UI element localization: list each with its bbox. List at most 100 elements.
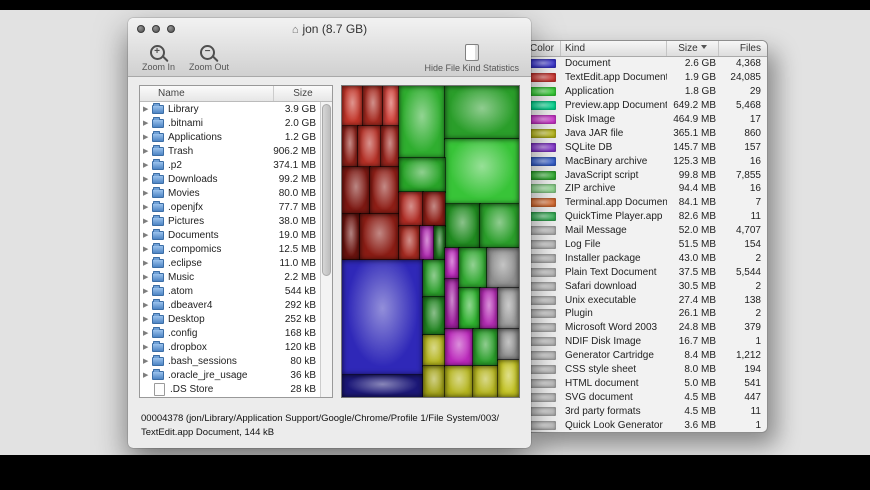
titlebar[interactable]: ⌂jon (8.7 GB) [128,18,531,40]
treemap-cell[interactable] [342,86,363,126]
file-list-row[interactable]: ▶.atom544 kB [140,284,320,298]
treemap-cell[interactable] [370,167,398,214]
disclosure-triangle-icon[interactable]: ▶ [143,301,152,309]
disclosure-triangle-icon[interactable]: ▶ [143,357,152,365]
disclosure-triangle-icon[interactable]: ▶ [143,231,152,239]
stats-row[interactable]: Quick Look Generator3.6 MB1 [525,418,767,432]
treemap-cell[interactable] [445,204,480,248]
stats-column-size[interactable]: Size [667,41,719,56]
file-list-row[interactable]: ▶Documents19.0 MB [140,228,320,242]
treemap-cell[interactable] [342,214,360,261]
column-header-name[interactable]: Name [140,86,273,101]
stats-row[interactable]: Plugin26.1 MB2 [525,307,767,321]
treemap-cell[interactable] [423,260,444,297]
treemap-cell[interactable] [473,366,498,397]
disclosure-triangle-icon[interactable]: ▶ [143,273,152,281]
treemap-cell[interactable] [399,192,424,226]
zoom-out-button[interactable]: − Zoom Out [189,43,229,72]
file-list-row[interactable]: ▶Applications1.2 GB [140,130,320,144]
treemap-cell[interactable] [342,126,358,166]
file-list-row[interactable]: ▶Pictures38.0 MB [140,214,320,228]
file-list-row[interactable]: ▶.bitnami2.0 GB [140,116,320,130]
stats-row[interactable]: SQLite DB145.7 MB157 [525,140,767,154]
stats-row[interactable]: Java JAR file365.1 MB860 [525,126,767,140]
disclosure-triangle-icon[interactable]: ▶ [143,315,152,323]
stats-row[interactable]: Installer package43.0 MB2 [525,251,767,265]
stats-row[interactable]: Preview.app Document649.2 MB5,468 [525,99,767,113]
stats-row[interactable]: HTML document5.0 MB541 [525,376,767,390]
treemap-cell[interactable] [383,86,399,126]
file-list-row[interactable]: ▶.compomics12.5 MB [140,242,320,256]
stats-row[interactable]: Mail Message52.0 MB4,707 [525,224,767,238]
treemap-cell[interactable] [399,86,445,158]
treemap-cell[interactable] [480,204,519,248]
treemap-cell[interactable] [445,329,473,366]
file-list-row[interactable]: ▶Library3.9 GB [140,102,320,116]
disclosure-triangle-icon[interactable]: ▶ [143,147,152,155]
disclosure-triangle-icon[interactable]: ▶ [143,329,152,337]
stats-row[interactable]: ZIP archive94.4 MB16 [525,182,767,196]
file-list-row[interactable]: .DS Store28 kB [140,382,320,396]
disclosure-triangle-icon[interactable]: ▶ [143,245,152,253]
stats-row[interactable]: 3rd party formats4.5 MB11 [525,404,767,418]
stats-row[interactable]: SVG document4.5 MB447 [525,390,767,404]
treemap-cell[interactable] [445,86,519,139]
scrollbar-thumb[interactable] [322,104,331,276]
treemap-cell[interactable] [498,360,519,397]
disclosure-triangle-icon[interactable]: ▶ [143,161,152,169]
stats-row[interactable]: Disk Image464.9 MB17 [525,113,767,127]
treemap-cell[interactable] [420,226,434,260]
stats-row[interactable]: Plain Text Document37.5 MB5,544 [525,265,767,279]
file-list-row[interactable]: ▶.bash_sessions80 kB [140,354,320,368]
treemap-cell[interactable] [423,192,444,226]
treemap-cell[interactable] [498,329,519,360]
treemap-cell[interactable] [445,139,519,204]
file-list-row[interactable]: ▶.openjfx77.7 MB [140,200,320,214]
treemap-cell[interactable] [399,226,420,260]
disclosure-triangle-icon[interactable]: ▶ [143,189,152,197]
treemap-cell[interactable] [498,288,519,328]
hide-file-kind-statistics-button[interactable]: Hide File Kind Statistics [424,43,519,73]
treemap-cell[interactable] [487,248,519,288]
stats-row[interactable]: JavaScript script99.8 MB7,855 [525,168,767,182]
treemap-cell[interactable] [342,375,423,397]
stats-row[interactable]: Microsoft Word 200324.8 MB379 [525,321,767,335]
stats-row[interactable]: NDIF Disk Image16.7 MB1 [525,335,767,349]
disclosure-triangle-icon[interactable]: ▶ [143,133,152,141]
treemap-cell[interactable] [423,366,444,397]
zoom-window-button[interactable] [167,25,175,33]
treemap-cell[interactable] [342,260,423,375]
stats-row[interactable]: Safari download30.5 MB2 [525,279,767,293]
stats-row[interactable]: Document2.6 GB4,368 [525,57,767,71]
disclosure-triangle-icon[interactable]: ▶ [143,259,152,267]
disclosure-triangle-icon[interactable]: ▶ [143,343,152,351]
treemap-cell[interactable] [358,126,381,166]
treemap-cell[interactable] [473,329,498,366]
treemap-cell[interactable] [459,288,480,328]
treemap-cell[interactable] [445,248,459,279]
file-list-row[interactable]: ▶.dropbox120 kB [140,340,320,354]
file-list-row[interactable]: ▶.oracle_jre_usage36 kB [140,368,320,382]
file-list-row[interactable]: ▶Movies80.0 MB [140,186,320,200]
treemap-cell[interactable] [445,279,459,329]
treemap-cell[interactable] [434,226,445,260]
disclosure-triangle-icon[interactable]: ▶ [143,203,152,211]
disclosure-triangle-icon[interactable]: ▶ [143,175,152,183]
column-header-size[interactable]: Size [273,86,332,101]
treemap-cell[interactable] [423,335,444,366]
stats-row[interactable]: Generator Cartridge8.4 MB1,212 [525,349,767,363]
treemap-cell[interactable] [445,366,473,397]
file-list-row[interactable]: ▶.eclipse11.0 MB [140,256,320,270]
stats-row[interactable]: CSS style sheet8.0 MB194 [525,363,767,377]
stats-row[interactable]: Log File51.5 MB154 [525,238,767,252]
file-list-row[interactable]: ▶Music2.2 MB [140,270,320,284]
treemap-cell[interactable] [381,126,399,166]
file-list-row[interactable]: ▶.dbeaver4292 kB [140,298,320,312]
disclosure-triangle-icon[interactable]: ▶ [143,287,152,295]
zoom-in-button[interactable]: + Zoom In [142,43,175,72]
treemap-cell[interactable] [360,214,399,261]
stats-row[interactable]: Terminal.app Document84.1 MB7 [525,196,767,210]
stats-row[interactable]: Application1.8 GB29 [525,85,767,99]
treemap-cell[interactable] [363,86,382,126]
file-list-row[interactable]: ▶Downloads99.2 MB [140,172,320,186]
